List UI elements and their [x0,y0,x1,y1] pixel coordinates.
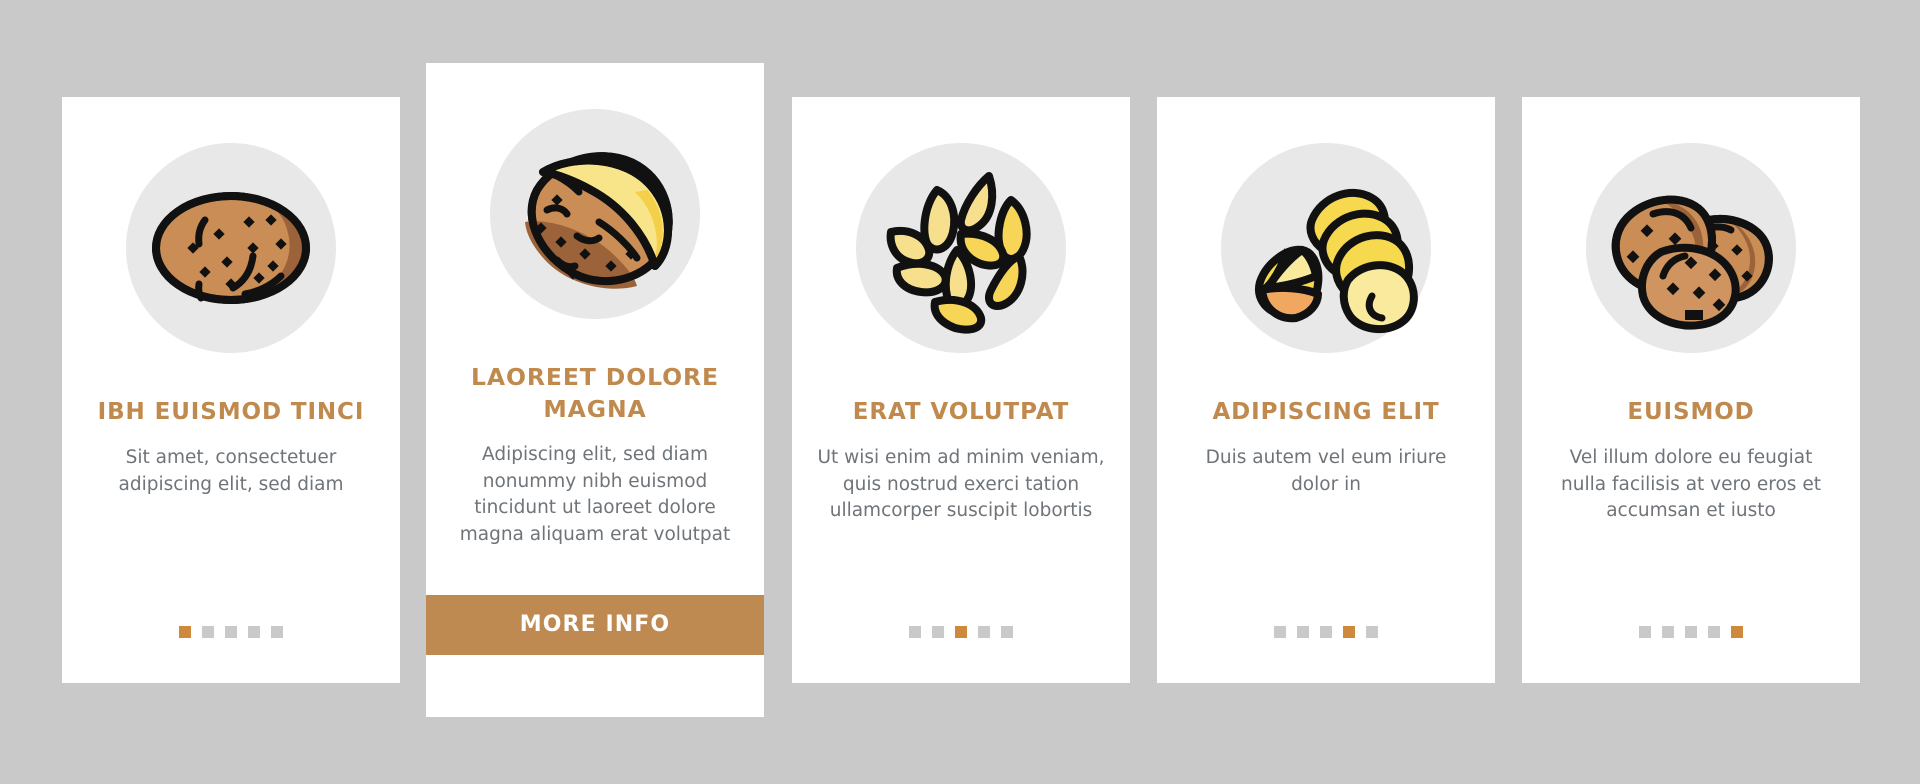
pagination-dot[interactable] [1274,626,1286,638]
pagination-dot[interactable] [978,626,990,638]
pagination-dot[interactable] [179,626,191,638]
pagination-dot[interactable] [1639,626,1651,638]
card-title: ERAT VOLUTPAT [852,399,1070,425]
whole-potato-icon [126,143,336,353]
pagination-dots[interactable] [1639,626,1743,638]
more-info-button[interactable]: MORE INFO [426,595,764,655]
sliced-potato-icon [1221,143,1431,353]
card-body: Duis autem vel eum iriure dolor in [1205,446,1447,495]
pagination-dot[interactable] [225,626,237,638]
pagination-dot[interactable] [271,626,283,638]
card-body: Adipiscing elit, sed diam nonummy nibh e… [459,443,731,546]
potato-seeds-icon [856,143,1066,353]
pagination-dot[interactable] [1366,626,1378,638]
onboarding-card-1[interactable]: IBH EUISMOD TINCI Sit amet, consectetuer… [62,97,400,683]
card-body: Sit amet, consectetuer adipiscing elit, … [118,446,344,495]
onboarding-card-2[interactable]: LAOREET DOLORE MAGNA Adipiscing elit, se… [426,63,764,717]
pagination-dots[interactable] [909,626,1013,638]
potato-pile-icon [1586,143,1796,353]
card-body: Ut wisi enim ad minim veniam, quis nostr… [817,446,1105,522]
pagination-dot[interactable] [1708,626,1720,638]
card-title: EUISMOD [1627,399,1755,425]
pagination-dot[interactable] [248,626,260,638]
pagination-dot[interactable] [1343,626,1355,638]
pagination-dot[interactable] [955,626,967,638]
card-title: LAOREET DOLORE MAGNA [471,363,719,424]
onboarding-card-3[interactable]: ERAT VOLUTPAT Ut wisi enim ad minim veni… [792,97,1130,683]
pagination-dot[interactable] [202,626,214,638]
pagination-dots[interactable] [1274,626,1378,638]
onboarding-card-5[interactable]: EUISMOD Vel illum dolore eu feugiat null… [1522,97,1860,683]
pagination-dot[interactable] [1731,626,1743,638]
card-body: Vel illum dolore eu feugiat nulla facili… [1561,446,1821,522]
pagination-dot[interactable] [1662,626,1674,638]
halved-potato-icon [490,109,700,319]
pagination-dot[interactable] [909,626,921,638]
pagination-dots[interactable] [179,626,283,638]
onboarding-card-4[interactable]: ADIPISCING ELIT Duis autem vel eum iriur… [1157,97,1495,683]
pagination-dot[interactable] [1297,626,1309,638]
onboarding-screens: IBH EUISMOD TINCI Sit amet, consectetuer… [0,0,1920,784]
pagination-dot[interactable] [932,626,944,638]
pagination-dot[interactable] [1320,626,1332,638]
pagination-dot[interactable] [1685,626,1697,638]
card-title: ADIPISCING ELIT [1212,399,1440,425]
pagination-dot[interactable] [1001,626,1013,638]
card-title: IBH EUISMOD TINCI [97,399,365,425]
